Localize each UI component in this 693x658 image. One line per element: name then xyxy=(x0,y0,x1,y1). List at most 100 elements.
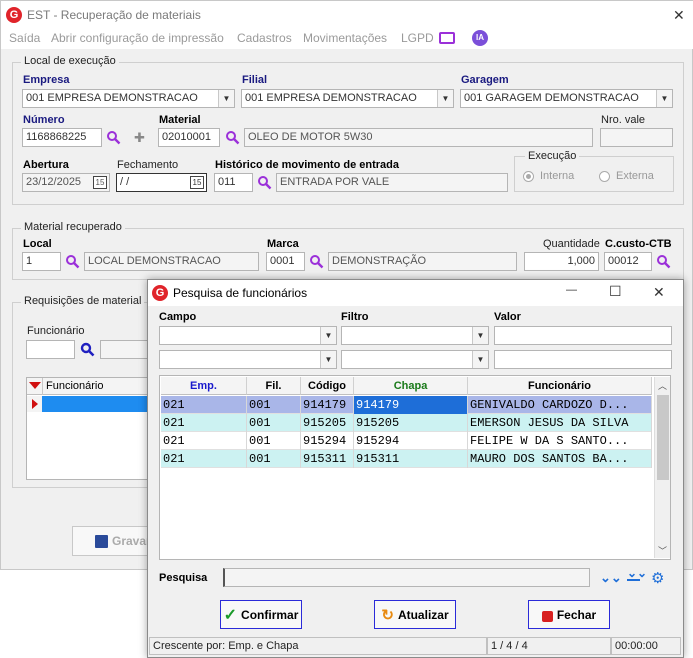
gear-icon[interactable]: ⚙ xyxy=(651,569,664,587)
interna-label: Interna xyxy=(540,170,575,182)
search-icon[interactable] xyxy=(80,342,95,357)
collapse-icon[interactable]: ⌄⌄ xyxy=(627,567,647,584)
filial-label: Filial xyxy=(242,74,268,86)
marca-label: Marca xyxy=(267,238,299,250)
plus-icon[interactable]: ✚ xyxy=(134,130,145,146)
menu-abrir-config-impressao[interactable]: Abrir configuração de impressão xyxy=(51,31,224,45)
lock-icon xyxy=(541,610,553,622)
fechamento-value: / / xyxy=(120,176,130,188)
filtro-select-2[interactable]: ▼ xyxy=(341,350,489,369)
chevron-down-icon[interactable]: ▼ xyxy=(320,327,336,344)
column-header-chapa[interactable]: Chapa xyxy=(354,377,468,395)
requisicoes-title: Requisições de material xyxy=(21,295,145,307)
main-title-bar: G EST - Recuperação de materiais ✕ xyxy=(1,1,693,29)
gravar-button[interactable]: Gravar xyxy=(72,526,154,556)
ia-icon[interactable]: IA xyxy=(472,30,488,46)
expand-down-icon[interactable]: ⌄⌄ xyxy=(600,570,622,586)
local-code-field[interactable]: 1 xyxy=(22,252,61,271)
status-count: 1 / 4 / 4 xyxy=(487,637,611,655)
column-header-emp[interactable]: Emp. xyxy=(161,377,247,395)
current-row-arrow-icon xyxy=(32,399,38,409)
search-icon[interactable] xyxy=(225,130,240,145)
chevron-down-icon[interactable]: ▼ xyxy=(472,351,488,368)
sort-arrow-icon[interactable] xyxy=(29,382,41,389)
status-time: 00:00:00 xyxy=(611,637,681,655)
nro-vale-field[interactable] xyxy=(600,128,673,147)
chapa-cell: 915205 xyxy=(354,414,468,432)
menu-cadastros[interactable]: Cadastros xyxy=(237,31,292,45)
search-icon[interactable] xyxy=(656,254,671,269)
abertura-field[interactable]: 23/12/2025 15 xyxy=(22,173,110,192)
fil-cell: 001 xyxy=(247,432,301,450)
status-sort: Crescente por: Emp. e Chapa xyxy=(149,637,487,655)
garagem-label: Garagem xyxy=(461,74,509,86)
calendar-icon[interactable]: 15 xyxy=(93,176,107,189)
maximize-icon[interactable]: ☐ xyxy=(609,283,622,300)
funcionario-label: Funcionário xyxy=(27,325,85,337)
material-desc-field: OLEO DE MOTOR 5W30 xyxy=(244,128,593,147)
search-icon[interactable] xyxy=(309,254,324,269)
search-icon[interactable] xyxy=(106,130,121,145)
atualizar-button[interactable]: ↻ Atualizar xyxy=(374,600,456,629)
fechamento-field[interactable]: / / 15 xyxy=(116,173,207,192)
empresa-value: 001 EMPRESA DEMONSTRACAO xyxy=(26,92,198,104)
monitor-icon[interactable] xyxy=(439,32,455,44)
close-icon[interactable]: ✕ xyxy=(673,7,685,24)
chevron-down-icon[interactable]: ▼ xyxy=(320,351,336,368)
chevron-down-icon[interactable]: ▼ xyxy=(656,90,672,107)
abertura-value: 23/12/2025 xyxy=(26,176,82,188)
requisicoes-grid[interactable]: Funcionário xyxy=(26,377,152,480)
search-icon[interactable] xyxy=(65,254,80,269)
minimize-icon[interactable]: — xyxy=(566,284,577,296)
scrollbar-thumb[interactable] xyxy=(657,395,669,480)
empresa-select[interactable]: 001 EMPRESA DEMONSTRACAO ▼ xyxy=(22,89,235,108)
externa-radio[interactable] xyxy=(599,171,610,182)
dialog-title-bar: G Pesquisa de funcionários — ☐ ✕ xyxy=(148,280,683,306)
column-header-funcionario[interactable]: Funcionário xyxy=(468,377,652,395)
funcionario-column-header[interactable]: Funcionário xyxy=(46,380,103,392)
interna-radio[interactable] xyxy=(523,171,534,182)
filtro-select-1[interactable]: ▼ xyxy=(341,326,489,345)
chapa-cell: 915294 xyxy=(354,432,468,450)
valor-input-2[interactable] xyxy=(494,350,672,369)
empresa-label: Empresa xyxy=(23,74,70,86)
confirmar-button[interactable]: ✓ Confirmar xyxy=(220,600,302,629)
marca-code-field[interactable]: 0001 xyxy=(266,252,305,271)
emp-cell: 021 xyxy=(161,432,247,450)
garagem-select[interactable]: 001 GARAGEM DEMONSTRACAO ▼ xyxy=(460,89,673,108)
funcionario-field[interactable] xyxy=(26,340,75,359)
requisicoes-grid-selected-row[interactable] xyxy=(42,396,151,412)
vertical-scrollbar[interactable]: ︿ ﹀ xyxy=(654,377,670,558)
close-icon[interactable]: ✕ xyxy=(653,284,665,301)
funcionarios-grid[interactable]: Emp. Fil. Código Chapa Funcionário 021 00… xyxy=(159,375,671,560)
material-code-field[interactable]: 02010001 xyxy=(158,128,220,147)
campo-select-2[interactable]: ▼ xyxy=(159,350,337,369)
search-icon[interactable] xyxy=(257,175,272,190)
column-header-codigo[interactable]: Código xyxy=(301,377,354,395)
fechar-button[interactable]: Fechar xyxy=(528,600,610,629)
local-label: Local xyxy=(23,238,52,250)
chevron-down-icon[interactable]: ▼ xyxy=(472,327,488,344)
emp-cell: 021 xyxy=(161,414,247,432)
campo-select-1[interactable]: ▼ xyxy=(159,326,337,345)
codigo-cell: 915311 xyxy=(301,450,354,468)
chevron-down-icon[interactable]: ▼ xyxy=(218,90,234,107)
main-window-title: EST - Recuperação de materiais xyxy=(27,8,201,22)
quantidade-field[interactable]: 1,000 xyxy=(524,252,599,271)
funcionario-desc-field xyxy=(100,340,152,359)
menu-saida[interactable]: Saída xyxy=(9,31,40,45)
menu-lgpd[interactable]: LGPD xyxy=(401,31,434,45)
column-header-fil[interactable]: Fil. xyxy=(247,377,301,395)
ccusto-field[interactable]: 00012 xyxy=(604,252,652,271)
calendar-icon[interactable]: 15 xyxy=(190,176,204,189)
filial-select[interactable]: 001 EMPRESA DEMONSTRACAO ▼ xyxy=(241,89,454,108)
pesquisa-input[interactable] xyxy=(223,568,590,587)
scroll-down-icon[interactable]: ﹀ xyxy=(658,544,667,557)
scroll-up-icon[interactable]: ︿ xyxy=(658,379,667,392)
emp-cell: 021 xyxy=(161,450,247,468)
chevron-down-icon[interactable]: ▼ xyxy=(437,90,453,107)
numero-field[interactable]: 1168868225 xyxy=(22,128,102,147)
historico-code-field[interactable]: 011 xyxy=(214,173,253,192)
valor-input-1[interactable] xyxy=(494,326,672,345)
menu-movimentacoes[interactable]: Movimentações xyxy=(303,31,387,45)
